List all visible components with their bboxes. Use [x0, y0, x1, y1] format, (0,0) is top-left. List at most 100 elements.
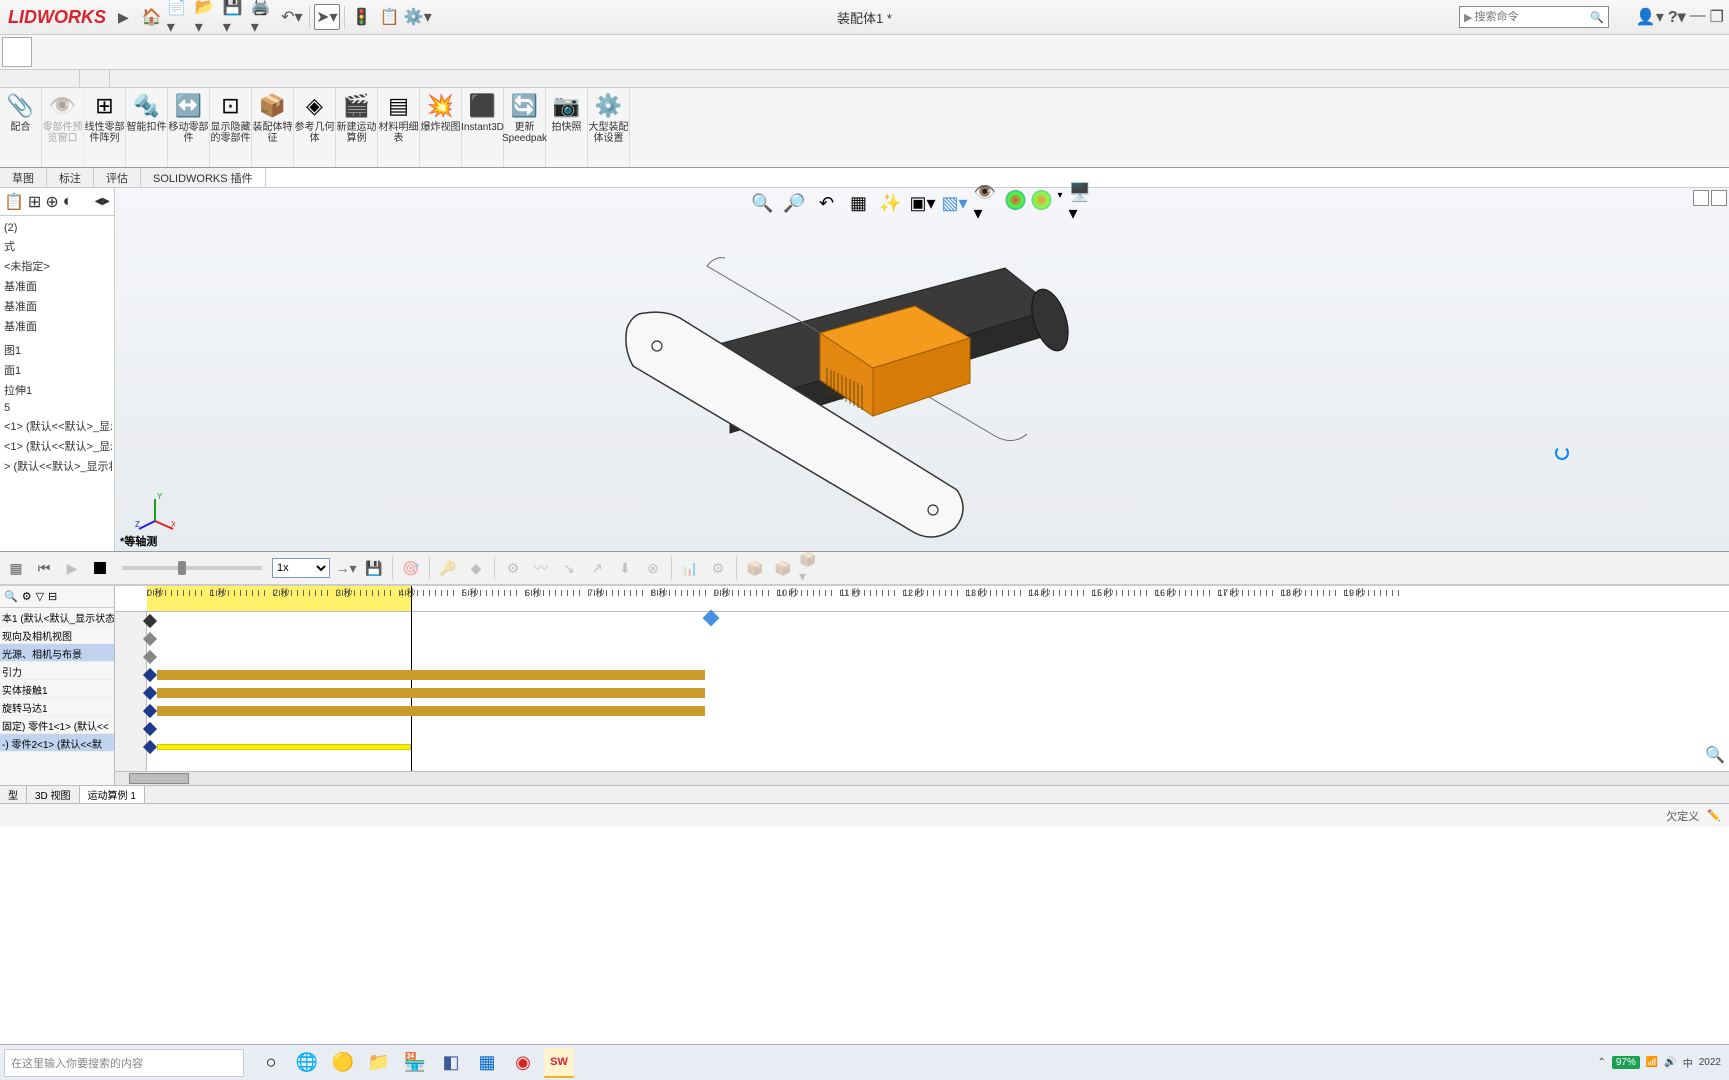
ribbon-智能扣件[interactable]: 🔩智能扣件	[126, 88, 168, 167]
tree-ball-icon[interactable]: ◐	[63, 193, 73, 211]
zoom-area-icon[interactable]: 🔎	[781, 190, 807, 216]
tree-item[interactable]: <1> (默认<<默认>_显示	[2, 416, 112, 436]
ribbon-参考几何体[interactable]: ◈参考几何体	[294, 88, 336, 167]
battery-icon[interactable]: 97%	[1612, 1056, 1640, 1069]
ribbon-爆炸视图[interactable]: 💥爆炸视图	[420, 88, 462, 167]
tree-item[interactable]: 拉伸1	[2, 380, 112, 400]
ribbon-拍快照[interactable]: 📷拍快照	[546, 88, 588, 167]
timeline-tracks[interactable]: 0 秒1 秒2 秒3 秒4 秒5 秒6 秒7 秒8 秒9 秒10 秒11 秒12…	[115, 586, 1729, 785]
save-anim-button[interactable]: 💾	[362, 556, 386, 580]
spring-button[interactable]: 〰	[529, 556, 553, 580]
timeline-row[interactable]: 现向及相机视图	[0, 626, 114, 644]
timeline-ruler[interactable]: 0 秒1 秒2 秒3 秒4 秒5 秒6 秒7 秒8 秒9 秒10 秒11 秒12…	[115, 586, 1729, 612]
timeline-row[interactable]: 引力	[0, 662, 114, 680]
loop-button[interactable]: →▾	[334, 556, 358, 580]
prev-view-icon[interactable]: ↶	[813, 190, 839, 216]
tl-gear-icon[interactable]: ⚙	[22, 590, 32, 603]
tree-item[interactable]: 基准面	[2, 276, 112, 296]
ribbon-配合[interactable]: 📎配合	[0, 88, 42, 167]
display-style-icon[interactable]: ▧▾	[941, 190, 967, 216]
ribbon-显示隐藏的零部件[interactable]: ⊡显示隐藏的零部件	[210, 88, 252, 167]
bottom-tab-运动算例 1[interactable]: 运动算例 1	[80, 786, 145, 803]
print-icon[interactable]: 🖨️▾	[251, 4, 277, 30]
ribbon-材料明细表[interactable]: ▤材料明细表	[378, 88, 420, 167]
tree-item[interactable]: 图1	[2, 340, 112, 360]
tree-target-icon[interactable]: ⊕	[45, 192, 58, 212]
speed-select[interactable]: 1x	[272, 558, 330, 578]
bottom-tab-3D 视图[interactable]: 3D 视图	[27, 786, 80, 803]
ribbon-大型装配体设置[interactable]: ⚙️大型装配体设置	[588, 88, 630, 167]
results-button[interactable]: 📊	[678, 556, 702, 580]
store-icon[interactable]: 🏪	[400, 1048, 430, 1078]
playback-slider[interactable]	[122, 566, 262, 570]
solidworks-icon[interactable]: SW	[544, 1048, 574, 1078]
taskbar-search[interactable]: 在这里输入你要搜索的内容	[4, 1049, 244, 1077]
open-icon[interactable]: 📂▾	[195, 4, 221, 30]
minimize-icon[interactable]: —	[1690, 7, 1706, 27]
edge-icon[interactable]: 🌐	[292, 1048, 322, 1078]
scene-icon[interactable]	[1031, 190, 1051, 210]
tree-item[interactable]: 基准面	[2, 296, 112, 316]
explorer-icon[interactable]: 📁	[364, 1048, 394, 1078]
timeline-hscroll[interactable]	[115, 771, 1729, 785]
undo-icon[interactable]: ↶▾	[279, 4, 305, 30]
tree-prop-icon[interactable]: ⊞	[28, 192, 41, 212]
tab-标注[interactable]: 标注	[47, 168, 94, 187]
panel-handle[interactable]	[80, 70, 110, 87]
play-start-button[interactable]: ⏮	[32, 556, 56, 580]
force-button[interactable]: ↗	[585, 556, 609, 580]
stop-button[interactable]	[88, 556, 112, 580]
app-icon-1[interactable]: ◧	[436, 1048, 466, 1078]
timeline-row[interactable]: -) 零件2<1> (默认<<默	[0, 734, 114, 752]
timeline-row[interactable]: 旋转马达1	[0, 698, 114, 716]
timeline-row[interactable]: 光源、相机与布景	[0, 644, 114, 662]
zoom-fit-icon[interactable]: 🔍	[749, 190, 775, 216]
tree-nav-icon[interactable]: ◀▶	[95, 196, 110, 207]
graphics-viewport[interactable]: 🔍 🔎 ↶ ▦ ✨ ▣▾ ▧▾ 👁️▾ ▾ 🖥️▾	[115, 188, 1729, 551]
new-icon[interactable]: 📄▾	[167, 4, 193, 30]
cortana-icon[interactable]: ○	[256, 1048, 286, 1078]
motion-settings-button[interactable]: ⚙	[706, 556, 730, 580]
render-icon[interactable]: 🖥️▾	[1069, 190, 1095, 216]
app-icon-2[interactable]: ▦	[472, 1048, 502, 1078]
sim-button-2[interactable]: 📦	[771, 556, 795, 580]
command-search[interactable]: ▶ 🔍	[1459, 6, 1609, 28]
tree-filter-icon[interactable]: 📋	[4, 192, 24, 212]
tl-funnel-icon[interactable]: ▽	[36, 590, 44, 603]
user-icon[interactable]: 👤▾	[1636, 7, 1664, 27]
ribbon-更新Speedpak[interactable]: 🔄更新Speedpak	[504, 88, 546, 167]
viewport-ctrl-1[interactable]	[1693, 190, 1709, 206]
viewport-ctrl-2[interactable]	[1711, 190, 1727, 206]
appearance-icon[interactable]	[1005, 190, 1025, 210]
play-button[interactable]: ▶	[60, 556, 84, 580]
sim-button-3[interactable]: 📦▾	[799, 556, 823, 580]
tab-评估[interactable]: 评估	[94, 168, 141, 187]
timeline-row[interactable]: 固定) 零件1<1> (默认<<	[0, 716, 114, 734]
tl-filter-icon[interactable]: 🔍	[4, 590, 18, 603]
scene-drop-icon[interactable]: ▾	[1057, 190, 1062, 216]
tree-item[interactable]: 基准面	[2, 316, 112, 336]
search-input[interactable]	[1474, 11, 1590, 23]
tree-item[interactable]: 面1	[2, 360, 112, 380]
autokey-button[interactable]: ◆	[464, 556, 488, 580]
ribbon-Instant3D[interactable]: ⬛Instant3D	[462, 88, 504, 167]
tree-item[interactable]: (2)	[2, 220, 112, 236]
tl-collapse-icon[interactable]: ⊟	[48, 590, 57, 603]
feature-tree[interactable]: 📋 ⊞ ⊕ ◐ ◀▶ (2)式<未指定>基准面基准面基准面图1面1拉伸15<1>…	[0, 188, 115, 551]
ime-icon[interactable]: 中	[1683, 1055, 1693, 1070]
timeline-row[interactable]: 本1 (默认<默认_显示状态	[0, 608, 114, 626]
ribbon-装配体特征[interactable]: 📦装配体特征	[252, 88, 294, 167]
tab-草图[interactable]: 草图	[0, 168, 47, 187]
settings-icon[interactable]: ⚙️▾	[405, 4, 431, 30]
gravity-button[interactable]: ⬇	[613, 556, 637, 580]
bottom-tab-型[interactable]: 型	[0, 786, 27, 803]
tree-item[interactable]: <未指定>	[2, 256, 112, 276]
document-tab[interactable]	[2, 37, 32, 67]
view-triad[interactable]: Y X Z	[135, 491, 175, 531]
volume-icon[interactable]: 🔊	[1664, 1057, 1676, 1068]
tray-up-icon[interactable]: ⌃	[1597, 1057, 1605, 1068]
dynamic-icon[interactable]: ✨	[877, 190, 903, 216]
hide-show-icon[interactable]: 👁️▾	[973, 190, 999, 216]
panel-handle[interactable]	[50, 70, 80, 87]
sim-button-1[interactable]: 📦	[743, 556, 767, 580]
